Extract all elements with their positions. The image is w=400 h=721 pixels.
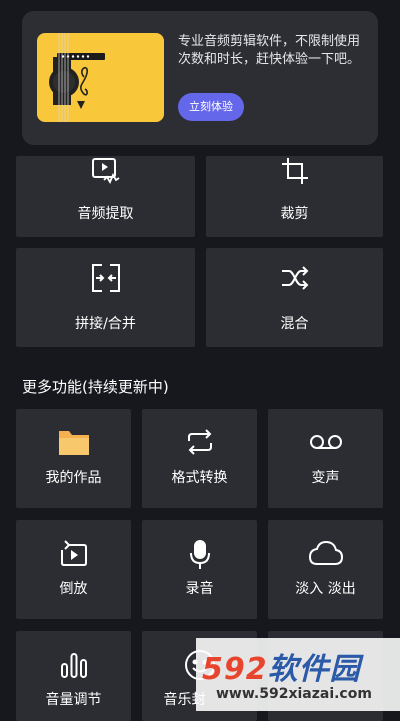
tool-label: 混合	[280, 316, 309, 332]
watermark-url: www.592xiazai.com	[216, 686, 372, 702]
watermark-brand: 软件园	[267, 652, 361, 687]
watermark-digits: 592	[202, 652, 268, 687]
feature-fade[interactable]: 淡入 淡出	[268, 520, 383, 619]
feature-record[interactable]: 录音	[142, 520, 257, 619]
more-features-title: 更多功能(持续更新中)	[22, 378, 169, 396]
feature-label: 格式转换	[171, 470, 228, 486]
feature-label: 变声	[311, 470, 340, 486]
crop-icon	[280, 156, 310, 190]
feature-label: 我的作品	[45, 470, 102, 486]
watermark-logo: 592软件园	[202, 644, 361, 688]
tool-merge[interactable]: 拼接/合并	[16, 248, 195, 347]
banner-description: 专业音频剪辑软件，不限制使用次数和时长，赶快体验一下吧。	[178, 34, 361, 67]
watermark-overlay: 592软件园 www.592xiazai.com	[196, 638, 400, 711]
tool-mix[interactable]: 混合	[206, 248, 383, 347]
feature-voice-change[interactable]: 变声	[268, 409, 383, 508]
feature-label: 淡入 淡出	[295, 581, 356, 597]
repeat-convert-icon	[185, 429, 215, 459]
tool-label: 裁剪	[280, 206, 309, 222]
guitar-illustration	[37, 33, 164, 122]
feature-my-works[interactable]: 我的作品	[16, 409, 131, 508]
shuffle-mix-icon	[280, 264, 310, 296]
feature-format-convert[interactable]: 格式转换	[142, 409, 257, 508]
merge-icon	[90, 262, 122, 298]
cloud-icon	[308, 540, 344, 570]
tool-label: 拼接/合并	[75, 316, 136, 332]
video-audio-extract-icon	[90, 156, 122, 192]
folder-icon	[57, 427, 91, 461]
volume-bars-icon	[59, 651, 89, 683]
voicemail-icon	[309, 433, 343, 455]
promo-banner[interactable]: 专业音频剪辑软件，不限制使用次数和时长，赶快体验一下吧。 立刻体验	[22, 11, 378, 145]
reverse-play-icon	[60, 540, 88, 572]
feature-reverse[interactable]: 倒放	[16, 520, 131, 619]
tool-crop[interactable]: 裁剪	[206, 156, 383, 237]
tool-label: 音频提取	[77, 206, 134, 222]
microphone-icon	[188, 540, 212, 574]
try-now-button[interactable]: 立刻体验	[178, 93, 244, 121]
feature-label: 录音	[185, 581, 214, 597]
tool-audio-extract[interactable]: 音频提取	[16, 156, 195, 237]
feature-label: 倒放	[59, 581, 88, 597]
